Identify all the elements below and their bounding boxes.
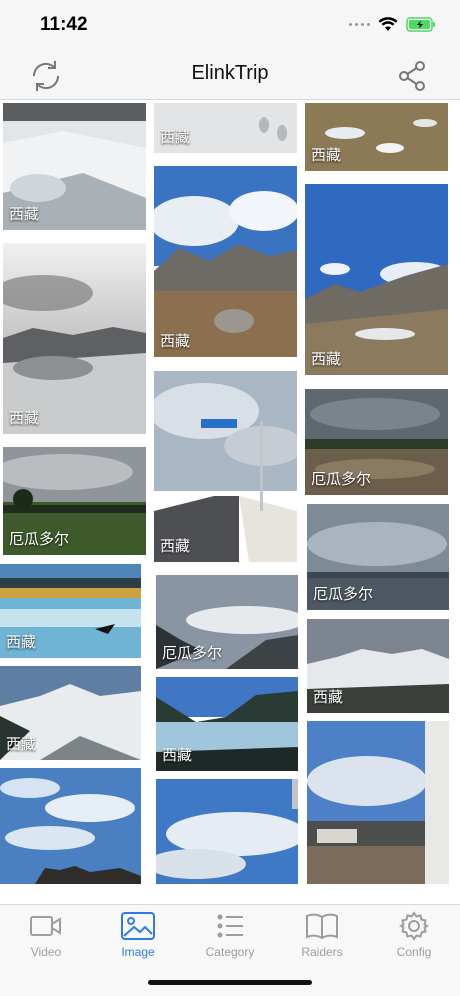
photo-caption: 西藏 — [311, 351, 342, 368]
photo-tile[interactable]: 西藏 — [3, 243, 146, 434]
gear-icon — [399, 911, 429, 941]
tab-label: Video — [30, 945, 62, 959]
photo-caption: 西藏 — [160, 333, 191, 350]
photo-tile[interactable]: 厄瓜多尔 — [156, 575, 298, 669]
status-bar: 11:42 — [0, 0, 460, 50]
tab-config[interactable]: Config — [368, 911, 460, 967]
photo-tile[interactable]: 西藏 — [3, 103, 146, 230]
nav-bar: ElinkTrip — [0, 50, 460, 100]
photo-tile[interactable]: 厄瓜多尔 — [3, 447, 146, 555]
battery-icon — [406, 16, 435, 32]
photo-tile[interactable]: 厄瓜多尔 — [307, 504, 449, 610]
page-title: ElinkTrip — [191, 62, 269, 84]
status-icons — [349, 16, 436, 32]
photo-caption: 西藏 — [9, 206, 40, 223]
photo-tile[interactable]: 西藏 — [154, 103, 297, 153]
wifi-icon — [378, 17, 398, 31]
tab-label: Config — [396, 945, 432, 959]
photo-caption: 西藏 — [6, 736, 37, 753]
photo-tile[interactable]: 西藏 — [0, 564, 141, 658]
tab-image[interactable]: Image — [92, 911, 184, 967]
home-indicator — [148, 980, 312, 985]
image-icon — [121, 912, 155, 940]
book-icon — [306, 913, 338, 939]
photo-caption: 西藏 — [311, 147, 342, 164]
share-icon — [399, 61, 425, 91]
photo-tile[interactable]: 西藏 — [0, 666, 141, 760]
photo-tile-no-caption[interactable] — [0, 768, 141, 884]
photo-caption: 西藏 — [160, 538, 191, 555]
share-button[interactable] — [392, 56, 432, 96]
photo-tile[interactable]: 西藏 — [307, 619, 449, 713]
photo-tile[interactable]: 厄瓜多尔 — [305, 389, 448, 495]
signal-icon — [349, 22, 370, 26]
photo-caption: 西藏 — [6, 634, 37, 651]
tab-label: Raiders — [301, 945, 343, 959]
tab-label: Image — [121, 945, 155, 959]
photo-tile[interactable]: 西藏 — [305, 103, 448, 171]
status-time: 11:42 — [40, 14, 88, 35]
video-icon — [30, 916, 61, 936]
photo-caption: 厄瓜多尔 — [311, 471, 372, 488]
tab-raiders[interactable]: Raiders — [276, 911, 368, 967]
photo-grid: 西藏 西藏 厄瓜多尔 西藏 西藏 西藏 西藏 西藏 厄瓜多尔 西藏 西藏 西藏 … — [0, 101, 460, 901]
tab-label: Category — [205, 945, 255, 959]
photo-caption: 西藏 — [160, 129, 191, 146]
photo-tile[interactable]: 西藏 — [156, 677, 298, 771]
tab-category[interactable]: Category — [184, 911, 276, 967]
list-icon — [217, 914, 243, 938]
photo-tile[interactable]: 西藏 — [305, 184, 448, 375]
photo-tile-no-caption[interactable] — [156, 779, 298, 884]
photo-caption: 厄瓜多尔 — [162, 645, 223, 662]
photo-caption: 厄瓜多尔 — [9, 531, 70, 548]
photo-caption: 厄瓜多尔 — [313, 586, 374, 603]
photo-tile[interactable]: 西藏 — [154, 371, 297, 562]
photo-caption: 西藏 — [9, 410, 40, 427]
photo-tile-no-caption[interactable] — [307, 721, 449, 884]
photo-tile[interactable]: 西藏 — [154, 166, 297, 357]
photo-caption: 西藏 — [162, 747, 193, 764]
tab-video[interactable]: Video — [0, 911, 92, 967]
photo-caption: 西藏 — [313, 689, 344, 706]
